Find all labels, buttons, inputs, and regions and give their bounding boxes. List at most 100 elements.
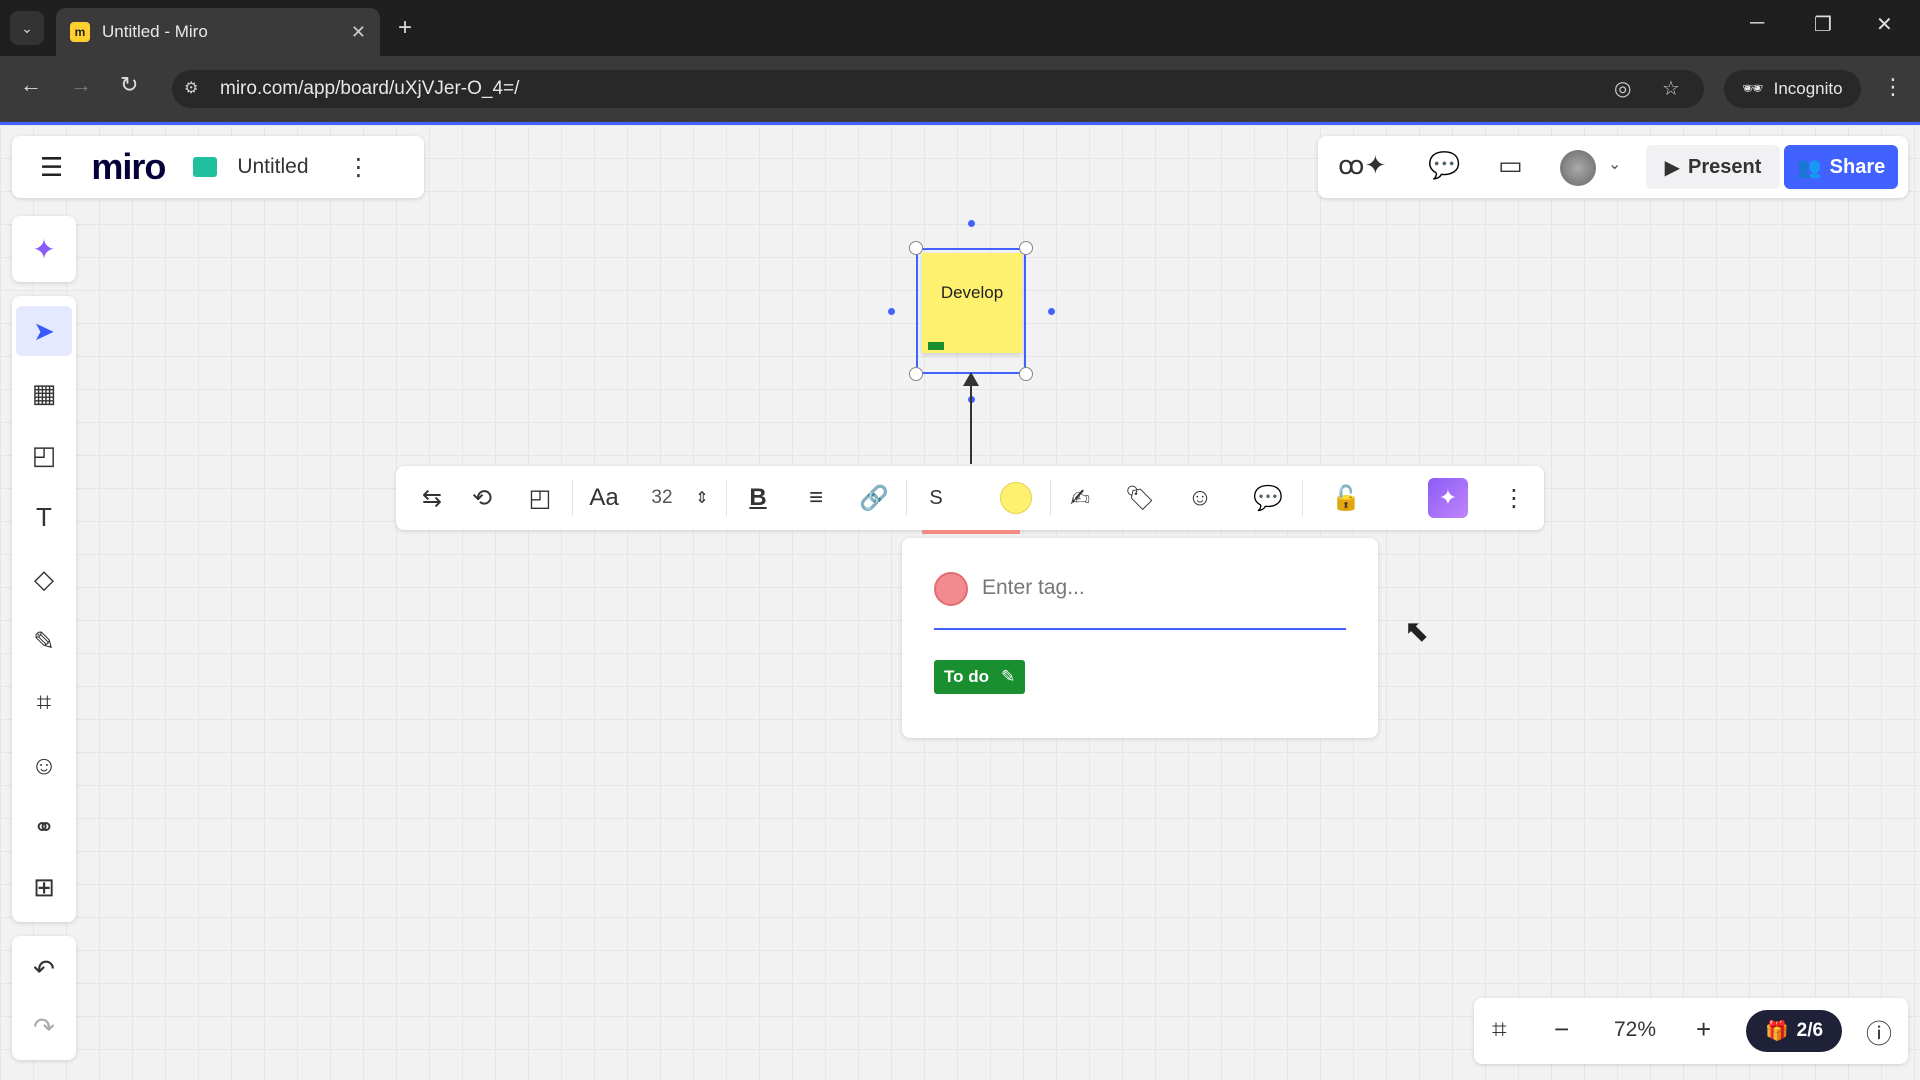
board-title[interactable]: Untitled xyxy=(237,155,308,179)
redo-icon: ↷ xyxy=(33,1011,55,1042)
avatar[interactable] xyxy=(1560,150,1596,186)
back-icon[interactable]: ← xyxy=(20,72,42,98)
tab-search-button[interactable]: ⌄ xyxy=(10,11,44,45)
pen-tool[interactable]: ✎ xyxy=(16,616,72,666)
reaction-button[interactable]: ☺ xyxy=(1180,478,1220,518)
connection-dot-right[interactable] xyxy=(1048,308,1055,315)
video-icon[interactable]: ▭ xyxy=(1498,150,1523,181)
sticky-tag-marker xyxy=(928,342,944,350)
present-button[interactable]: ▶ Present xyxy=(1646,145,1780,189)
mouse-cursor-icon: ⬉ xyxy=(1404,615,1430,648)
align-center-icon: ≡ xyxy=(808,484,823,511)
shapes-tool[interactable]: ◇ xyxy=(16,554,72,604)
fit-frame-icon[interactable]: ⌗ xyxy=(1492,1014,1507,1046)
share-button[interactable]: 👥 Share xyxy=(1784,145,1898,189)
resize-handle-bl[interactable] xyxy=(909,367,923,381)
ai-assist-button[interactable]: ✦ xyxy=(12,216,76,282)
tag-input[interactable] xyxy=(982,568,1342,608)
star-icon[interactable]: ☆ xyxy=(1662,76,1680,101)
templates-tool[interactable]: ▦ xyxy=(16,368,72,418)
minimize-icon[interactable]: ─ xyxy=(1750,12,1764,35)
reactions-icon[interactable]: ꝏ✦ xyxy=(1338,150,1386,181)
site-info-icon[interactable]: ⚙ xyxy=(184,78,198,98)
edit-pencil-icon[interactable]: ✎ xyxy=(1001,667,1015,687)
miro-favicon-icon: m xyxy=(70,22,90,42)
chevron-down-icon[interactable]: ⌄ xyxy=(1608,154,1621,174)
help-icon[interactable]: ⓘ xyxy=(1866,1014,1892,1051)
stroke-size-button[interactable]: S xyxy=(916,478,956,518)
zoom-out-icon[interactable]: − xyxy=(1554,1014,1569,1045)
url-text[interactable]: miro.com/app/board/uXjVJer-O_4=/ xyxy=(220,78,519,100)
redo-button[interactable]: ↷ xyxy=(16,1002,72,1052)
resize-handle-tr[interactable] xyxy=(1019,241,1033,255)
separator xyxy=(572,480,573,516)
tag-input-underline xyxy=(934,628,1346,630)
new-tab-icon[interactable]: + xyxy=(398,14,412,42)
forward-icon[interactable]: → xyxy=(70,72,92,98)
ai-button[interactable]: ✦ xyxy=(1428,478,1468,518)
rotate-icon: ⟲ xyxy=(471,484,493,512)
zoom-in-icon[interactable]: + xyxy=(1696,1014,1711,1045)
connection-dot-left[interactable] xyxy=(888,308,895,315)
switch-icon: ⇆ xyxy=(421,484,443,512)
select-tool[interactable]: ➤ xyxy=(16,306,72,356)
close-window-icon[interactable]: ✕ xyxy=(1876,12,1893,37)
pages-button[interactable]: 🎁 2/6 xyxy=(1746,1010,1842,1052)
chat-icon[interactable]: 💬 xyxy=(1428,150,1460,181)
tools-panel: ➤ ▦ ◰ T ◇ ✎ ⌗ ☺ ⚭ ⊞ xyxy=(12,296,76,922)
miro-logo[interactable]: miro xyxy=(91,146,166,188)
align-button[interactable]: ≡ xyxy=(796,478,836,518)
history-panel: ↶ ↷ xyxy=(12,936,76,1060)
emoji-add-icon: ☺ xyxy=(1187,484,1213,511)
tag-button[interactable]: 🏷 xyxy=(1120,478,1160,518)
resize-handle-tl[interactable] xyxy=(909,241,923,255)
resize-handle-br[interactable] xyxy=(1019,367,1033,381)
main-menu-icon[interactable]: ☰ xyxy=(40,152,63,183)
connector-line[interactable] xyxy=(970,380,972,464)
close-tab-icon[interactable]: ✕ xyxy=(351,22,366,43)
text-icon: T xyxy=(36,501,52,532)
link-button[interactable]: 🔗 xyxy=(854,478,894,518)
restore-icon[interactable]: ❐ xyxy=(1814,12,1832,37)
assign-button[interactable]: ✍ xyxy=(1060,478,1100,518)
browser-menu-icon[interactable]: ⋮ xyxy=(1882,74,1904,100)
more-shapes-tool[interactable]: ⚭ xyxy=(16,802,72,852)
comment-button[interactable]: 💬 xyxy=(1248,478,1288,518)
frame-tool[interactable]: ⌗ xyxy=(16,678,72,728)
lock-button[interactable]: 🔓 xyxy=(1326,478,1366,518)
rotate-button[interactable]: ⟲ xyxy=(462,478,502,518)
browser-tab[interactable]: m Untitled - Miro ✕ xyxy=(56,8,380,56)
font-size-value[interactable]: 32 xyxy=(642,478,682,518)
incognito-badge[interactable]: 🕶 Incognito xyxy=(1724,70,1861,108)
chevron-updown-icon: ⇕ xyxy=(695,490,709,507)
stickers-tool[interactable]: ☺ xyxy=(16,740,72,790)
sticker-icon: ☺ xyxy=(30,749,58,780)
pen-icon: ✎ xyxy=(33,625,55,656)
connection-dot-top[interactable] xyxy=(968,220,975,227)
link-icon: 🔗 xyxy=(859,484,889,512)
undo-button[interactable]: ↶ xyxy=(16,944,72,994)
separator xyxy=(1050,480,1051,516)
eye-off-icon[interactable]: ◎ xyxy=(1614,76,1631,101)
tag-color-picker[interactable] xyxy=(934,572,968,606)
text-tool[interactable]: T xyxy=(16,492,72,542)
font-size-stepper[interactable]: ⇕ xyxy=(688,478,716,518)
add-apps-tool[interactable]: ⊞ xyxy=(16,862,72,912)
tag-chip[interactable]: To do ✎ xyxy=(934,660,1026,694)
sticky-shape-button[interactable]: ◰ xyxy=(520,478,560,518)
sticky-note[interactable]: Develop xyxy=(922,253,1022,353)
sticky-note-tool[interactable]: ◰ xyxy=(16,430,72,480)
zoom-level[interactable]: 72% xyxy=(1614,1018,1656,1042)
switch-type-button[interactable]: ⇆ xyxy=(412,478,452,518)
board-more-icon[interactable]: ⋮ xyxy=(347,153,371,182)
plus-square-icon: ⊞ xyxy=(33,871,55,902)
sparkle-icon: ✦ xyxy=(1438,485,1458,510)
chevron-down-icon: ⌄ xyxy=(21,19,33,36)
more-options-button[interactable]: ⋮ xyxy=(1494,478,1534,518)
color-picker[interactable] xyxy=(1000,482,1032,514)
font-button[interactable]: Aa xyxy=(582,478,626,518)
tab-title: Untitled - Miro xyxy=(102,22,208,41)
reload-icon[interactable]: ↻ xyxy=(120,72,138,98)
bold-button[interactable]: B xyxy=(738,478,778,518)
undo-icon: ↶ xyxy=(33,953,55,984)
